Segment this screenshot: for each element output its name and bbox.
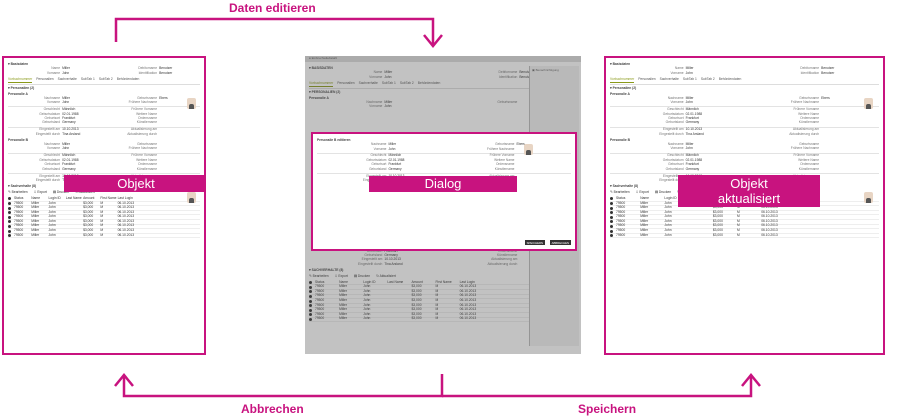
save-arrow	[442, 376, 753, 398]
dialog-panel: ● Einbruchsdiebstahl ▾ BASISDATEN Name Mi…	[305, 56, 581, 354]
object-banner: Objekt	[64, 175, 204, 192]
dialog-save-button[interactable]: SPEICHERN	[524, 240, 545, 245]
save-label: Speichern	[578, 402, 637, 416]
updated-object-banner: Objekt aktualisiert	[678, 175, 820, 207]
updated-object-banner-line1: Objekt	[730, 176, 768, 191]
updated-object-panel: ▾ Basisdaten Name Miller Debitorname Benutz…	[604, 56, 885, 355]
updated-object-banner-line2: aktualisiert	[717, 191, 781, 206]
edit-data-label: Daten editieren	[229, 1, 316, 15]
dialog-banner: Dialog	[369, 176, 517, 192]
object-panel: ▾ Basisdaten Name Miller Debitorname Benutz…	[2, 56, 206, 355]
object-screen-thumbnail: ▾ Basisdaten Name Miller Debitorname Benutz…	[4, 58, 204, 353]
dialog-cancel-button[interactable]: ABBRECHEN	[549, 240, 571, 245]
edit-arrow-head	[423, 34, 443, 48]
save-arrow-head	[741, 373, 761, 387]
cancel-arrow-head	[114, 373, 134, 387]
edit-arrow	[114, 17, 435, 45]
return-arrow	[122, 374, 444, 398]
cancel-label: Abbrechen	[241, 402, 304, 416]
